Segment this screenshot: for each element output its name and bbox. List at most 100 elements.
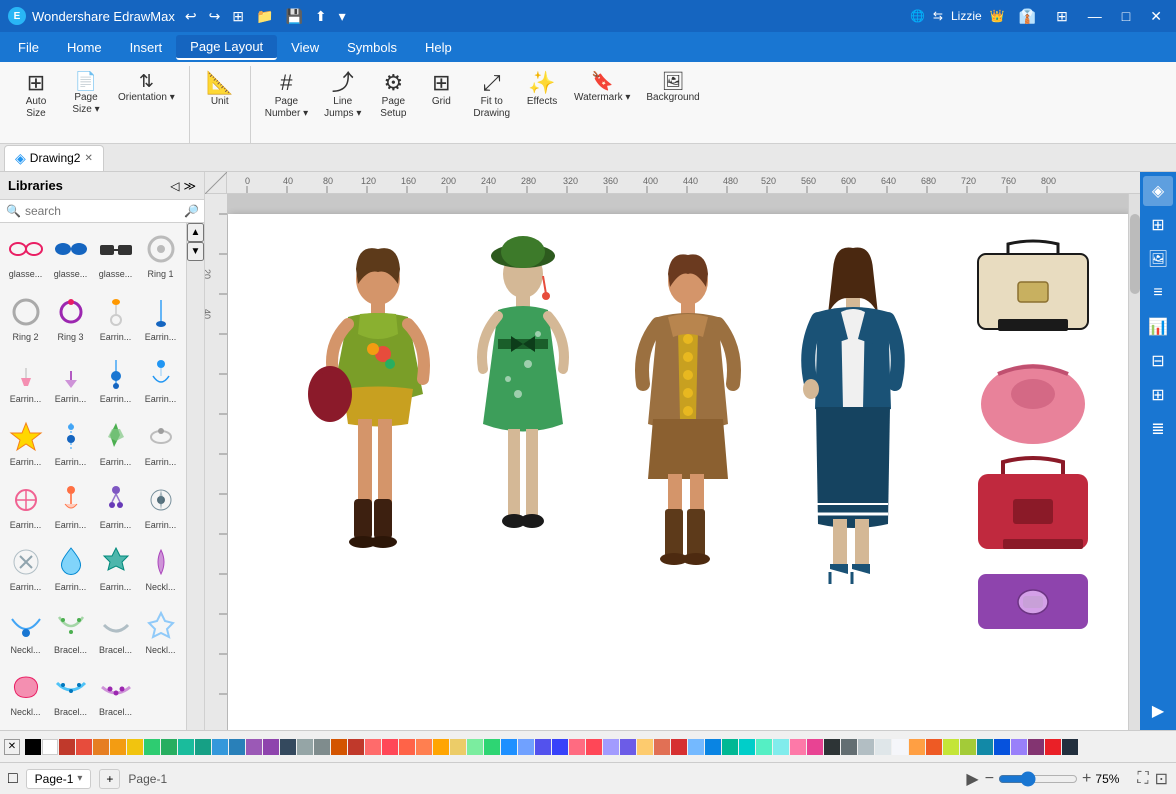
layout-button[interactable]: ⊞ (1143, 210, 1173, 240)
color-swatch[interactable] (977, 739, 993, 755)
color-swatch[interactable] (365, 739, 381, 755)
list-item[interactable]: glasse... (94, 227, 137, 288)
apps-button[interactable]: ⊞ (1050, 6, 1074, 27)
color-swatch[interactable] (110, 739, 126, 755)
color-swatch[interactable] (1045, 739, 1061, 755)
color-swatch[interactable] (297, 739, 313, 755)
list-item[interactable]: Earrin... (139, 415, 182, 476)
search-input[interactable] (25, 204, 180, 218)
sidebar-collapse[interactable]: ≫ (183, 179, 196, 193)
list-item[interactable]: glasse... (4, 227, 47, 288)
canvas-scroll[interactable] (227, 194, 1128, 730)
list-item[interactable]: Earrin... (94, 352, 137, 413)
color-swatch[interactable] (144, 739, 160, 755)
color-swatch[interactable] (637, 739, 653, 755)
vertical-scrollbar[interactable] (1128, 194, 1140, 730)
color-swatch[interactable] (416, 739, 432, 755)
minus-button[interactable]: ⊟ (1143, 346, 1173, 376)
color-swatch[interactable] (875, 739, 891, 755)
line-jumps-button[interactable]: ⤴ LineJumps ▾ (318, 68, 367, 124)
color-swatch[interactable] (518, 739, 534, 755)
new-button[interactable]: ⊞ (228, 6, 248, 27)
fit-page-button[interactable]: ⊡ (1155, 769, 1168, 789)
page-dropdown-icon[interactable]: ▾ (77, 773, 82, 784)
list-item[interactable]: Bracel... (94, 603, 137, 664)
color-swatch[interactable] (1028, 739, 1044, 755)
chart-button[interactable]: 📊 (1143, 312, 1173, 342)
color-swatch[interactable] (943, 739, 959, 755)
color-swatch[interactable] (671, 739, 687, 755)
list-item[interactable]: Earrin... (49, 352, 92, 413)
color-swatch[interactable] (994, 739, 1010, 755)
list-item[interactable]: Earrin... (94, 415, 137, 476)
menu-page-layout[interactable]: Page Layout (176, 35, 277, 60)
color-swatch[interactable] (127, 739, 143, 755)
color-swatch-white[interactable] (42, 739, 58, 755)
color-swatch[interactable] (824, 739, 840, 755)
menu-home[interactable]: Home (53, 36, 116, 59)
color-swatch[interactable] (399, 739, 415, 755)
color-swatch[interactable] (569, 739, 585, 755)
color-swatch[interactable] (467, 739, 483, 755)
color-swatch[interactable] (246, 739, 262, 755)
split-button[interactable]: ≣ (1143, 414, 1173, 444)
export-button[interactable]: ⬆ (311, 6, 331, 27)
list-item[interactable]: Earrin... (94, 540, 137, 601)
unit-button[interactable]: 📐 Unit (198, 68, 242, 112)
fit-to-drawing-button[interactable]: ⤢ Fit toDrawing (467, 68, 516, 124)
menu-symbols[interactable]: Symbols (333, 36, 411, 59)
list-item[interactable]: Earrin... (49, 540, 92, 601)
open-button[interactable]: 📁 (252, 6, 277, 27)
color-swatch[interactable] (620, 739, 636, 755)
color-swatch[interactable] (280, 739, 296, 755)
color-swatch[interactable] (909, 739, 925, 755)
color-swatch[interactable] (586, 739, 602, 755)
color-swatch[interactable] (722, 739, 738, 755)
list-item[interactable]: Earrin... (4, 415, 47, 476)
color-swatch[interactable] (59, 739, 75, 755)
color-swatch[interactable] (195, 739, 211, 755)
list-item[interactable]: glasse... (49, 227, 92, 288)
scroll-up-arrow[interactable]: ▲ (187, 223, 204, 242)
color-swatch[interactable] (331, 739, 347, 755)
menu-view[interactable]: View (277, 36, 333, 59)
shirt-button[interactable]: 👔 (1013, 6, 1042, 27)
effects-button[interactable]: ✨ Effects (520, 68, 564, 112)
list-item[interactable]: Ring 2 (4, 290, 47, 351)
color-swatch[interactable] (433, 739, 449, 755)
color-swatch[interactable] (603, 739, 619, 755)
image-button[interactable]: 🖼 (1143, 244, 1173, 274)
list-item[interactable]: Earrin... (4, 478, 47, 539)
redo-button[interactable]: ↪ (205, 6, 225, 27)
list-item[interactable]: Bracel... (49, 603, 92, 664)
color-swatch[interactable] (382, 739, 398, 755)
color-swatch[interactable] (178, 739, 194, 755)
color-swatch[interactable] (688, 739, 704, 755)
grid-right-button[interactable]: ⊞ (1143, 380, 1173, 410)
play-button[interactable]: ▶ (966, 769, 978, 789)
page-layout-icon[interactable]: □ (8, 770, 18, 788)
menu-insert[interactable]: Insert (116, 36, 177, 59)
list-item[interactable]: Earrin... (4, 352, 47, 413)
color-swatch[interactable] (161, 739, 177, 755)
fullscreen-button[interactable]: ⛶ (1137, 770, 1148, 788)
list-item[interactable]: Earrin... (139, 478, 182, 539)
list-item[interactable]: Neckl... (4, 603, 47, 664)
zoom-out-button[interactable]: − (985, 770, 994, 788)
color-swatch[interactable] (807, 739, 823, 755)
scroll-down-arrow[interactable]: ▼ (187, 242, 204, 261)
color-swatch[interactable] (756, 739, 772, 755)
color-swatch[interactable] (450, 739, 466, 755)
color-swatch[interactable] (76, 739, 92, 755)
save-button[interactable]: 💾 (281, 6, 306, 27)
color-swatch[interactable] (1011, 739, 1027, 755)
list-item[interactable]: Neckl... (4, 665, 47, 726)
layers-button[interactable]: ≡ (1143, 278, 1173, 308)
color-swatch[interactable] (501, 739, 517, 755)
color-swatch[interactable] (1062, 739, 1078, 755)
list-item[interactable]: Earrin... (49, 415, 92, 476)
no-color-swatch[interactable]: ✕ (4, 739, 20, 755)
color-swatch[interactable] (348, 739, 364, 755)
more-button[interactable]: ▾ (335, 6, 350, 27)
background-button[interactable]: 🖼 Background (640, 68, 705, 108)
